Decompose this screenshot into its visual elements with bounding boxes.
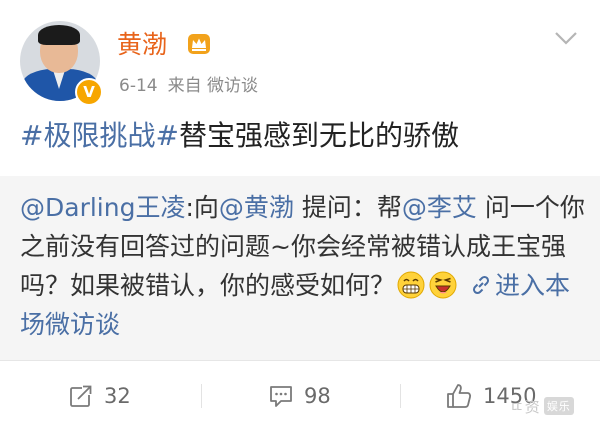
repost-seg2: 提问：帮 (293, 193, 402, 222)
mention-liai-link[interactable]: @李艾 (402, 193, 477, 222)
author-name[interactable]: 黄渤 (117, 28, 167, 62)
watermark: ㄸ资 娱乐 (510, 396, 574, 417)
action-separator (400, 384, 401, 408)
laugh-emoji-icon (429, 271, 457, 299)
post-meta: 6-14 来自 微访谈 (119, 75, 258, 97)
crown-icon (188, 34, 210, 54)
repost-count: 32 (104, 384, 131, 408)
action-separator (201, 384, 202, 408)
mention-darling-link[interactable]: @Darling王凌 (20, 193, 185, 222)
grin-emoji-icon (397, 271, 425, 299)
link-icon (472, 275, 490, 295)
comment-icon (270, 386, 292, 407)
thumbs-up-icon (447, 384, 472, 408)
repost-button[interactable]: 32 (68, 381, 131, 411)
watermark-text: ㄸ资 (510, 398, 541, 416)
mention-huangbo-link[interactable]: @黄渤 (219, 193, 294, 222)
comment-count: 98 (304, 384, 331, 408)
repost-seg1: :向 (185, 193, 219, 222)
post-source[interactable]: 来自 微访谈 (168, 76, 258, 96)
topic-tag-link[interactable]: #极限挑战# (20, 119, 179, 152)
action-bar-divider (0, 360, 600, 361)
avatar-hair (38, 25, 80, 45)
post-date[interactable]: 6-14 (119, 76, 158, 96)
comment-button[interactable]: 98 (268, 381, 331, 411)
post-body-text: 替宝强感到无比的骄傲 (178, 119, 459, 152)
repost-icon (70, 385, 92, 407)
repost-text: @Darling王凌:向@黄渤 提问：帮@李艾 问一个你之前没有回答过的问题~你… (20, 188, 586, 344)
chevron-down-icon[interactable] (554, 30, 578, 46)
verified-badge-icon: V (75, 78, 103, 106)
weibo-post: V 黄渤 6-14 来自 微访谈 #极限挑战#替宝强感到无比的骄傲 @Darlin… (0, 0, 600, 424)
watermark-badge: 娱乐 (543, 397, 574, 415)
post-text: #极限挑战#替宝强感到无比的骄傲 (20, 117, 580, 155)
